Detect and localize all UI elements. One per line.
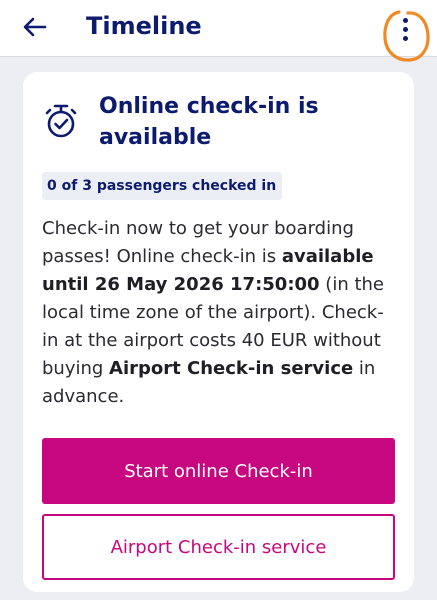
page-title: Timeline <box>86 12 202 40</box>
checkin-heading: Online check-in is available <box>99 94 319 150</box>
checkin-card: Online check-in is available 0 of 3 pass… <box>23 72 414 592</box>
app-bar: Timeline <box>0 0 437 57</box>
airport-checkin-service-button[interactable]: Airport Check-in service <box>42 514 395 580</box>
passengers-status-badge: 0 of 3 passengers checked in <box>42 172 283 200</box>
more-vertical-icon <box>403 18 409 44</box>
button-label: Airport Check-in service <box>110 536 327 558</box>
start-online-checkin-button[interactable]: Start online Check-in <box>42 438 395 504</box>
more-options-button[interactable] <box>381 8 433 62</box>
arrow-left-icon <box>23 17 47 37</box>
stopwatch-check-icon <box>45 104 77 138</box>
back-button[interactable] <box>18 10 52 44</box>
description-service-name: Airport Check-in service <box>109 358 354 379</box>
checkin-description: Check-in now to get your boarding passes… <box>42 215 394 411</box>
button-label: Start online Check-in <box>124 460 313 482</box>
